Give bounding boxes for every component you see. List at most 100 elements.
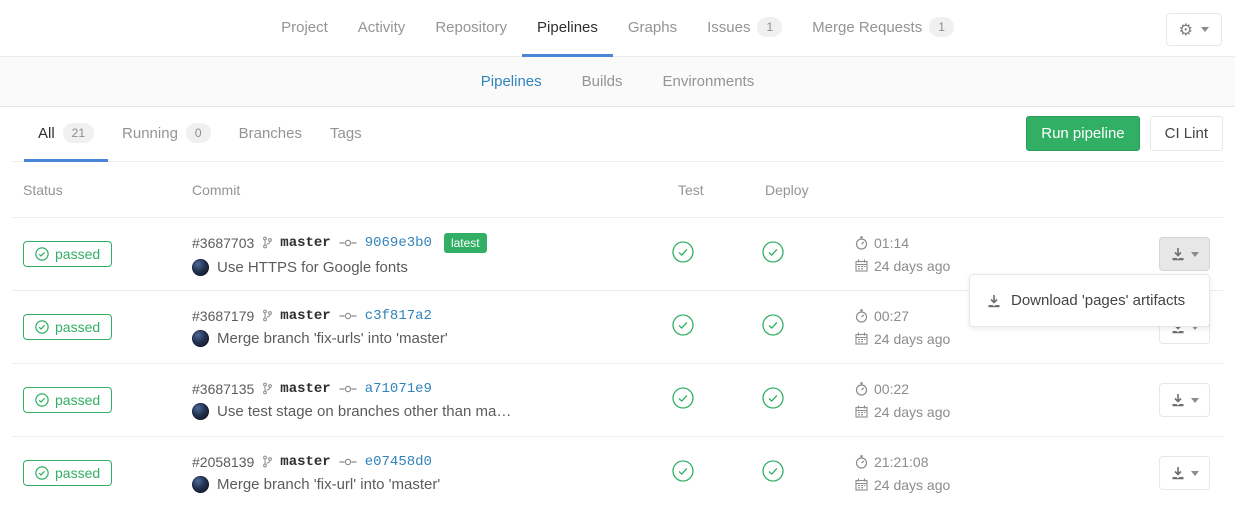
pipeline-status-badge[interactable]: passed — [23, 314, 112, 340]
tab-tags[interactable]: Tags — [316, 107, 376, 162]
commit-author-avatar[interactable] — [192, 330, 209, 347]
commit-icon — [339, 238, 357, 248]
deploy-stage-passed-icon[interactable] — [762, 387, 784, 409]
deploy-stage-passed-icon[interactable] — [762, 460, 784, 482]
test-stage-passed-icon[interactable] — [672, 241, 694, 263]
nav-item-label: Merge Requests — [812, 19, 922, 36]
artifacts-dropdown-menu: Download 'pages' artifacts — [969, 274, 1210, 327]
menu-item-label: Download 'pages' artifacts — [1011, 292, 1185, 309]
branch-icon — [262, 309, 272, 322]
stopwatch-icon — [855, 455, 868, 469]
pipeline-id-link[interactable]: #3687179 — [192, 308, 254, 324]
commit-sha-link[interactable]: 9069e3b0 — [365, 235, 432, 251]
check-circle-icon — [35, 320, 49, 334]
tab-all[interactable]: All 21 — [24, 107, 108, 162]
nav-item-activity[interactable]: Activity — [343, 0, 421, 57]
column-header-test: Test — [660, 182, 750, 198]
commit-sha-link[interactable]: e07458d0 — [365, 454, 432, 470]
project-settings-dropdown-button[interactable]: ⚙ — [1166, 13, 1222, 46]
pipeline-id-link[interactable]: #3687135 — [192, 381, 254, 397]
calendar-icon — [855, 478, 868, 491]
issues-count-badge: 1 — [757, 17, 782, 37]
run-pipeline-button[interactable]: Run pipeline — [1026, 116, 1139, 151]
branch-icon — [262, 455, 272, 468]
pipelines-table-header: Status Commit Test Deploy — [12, 162, 1223, 218]
test-stage-passed-icon[interactable] — [672, 314, 694, 336]
download-artifacts-dropdown-button[interactable] — [1159, 456, 1210, 490]
nav-item-pipelines[interactable]: Pipelines — [522, 0, 613, 57]
download-icon — [1171, 247, 1185, 261]
tab-label: Tags — [330, 125, 362, 142]
stopwatch-icon — [855, 236, 868, 250]
tab-all-count-badge: 21 — [63, 123, 94, 143]
branch-link[interactable]: master — [280, 308, 330, 324]
chevron-down-icon — [1191, 471, 1199, 476]
nav-item-label: Activity — [358, 19, 406, 36]
chevron-down-icon — [1201, 27, 1209, 32]
commit-sha-link[interactable]: c3f817a2 — [365, 308, 432, 324]
pipeline-id-link[interactable]: #2058139 — [192, 454, 254, 470]
tab-label: All — [38, 125, 55, 142]
branch-link[interactable]: master — [280, 454, 330, 470]
subnav-item-environments[interactable]: Environments — [663, 73, 755, 90]
download-icon — [1171, 393, 1185, 407]
commit-message-link[interactable]: Use test stage on branches other than ma… — [217, 403, 511, 420]
branch-link[interactable]: master — [280, 381, 330, 397]
branch-link[interactable]: master — [280, 235, 330, 251]
nav-item-project[interactable]: Project — [266, 0, 343, 57]
pipeline-status-label: passed — [55, 392, 100, 408]
tab-label: Branches — [239, 125, 302, 142]
commit-icon — [339, 384, 357, 394]
pipeline-row: passed #2058139 master e07458d0 Merge br… — [12, 437, 1223, 509]
pipeline-duration: 00:22 — [874, 381, 909, 397]
tab-running[interactable]: Running 0 — [108, 107, 225, 162]
commit-author-avatar[interactable] — [192, 259, 209, 276]
pipeline-finished-ago: 24 days ago — [874, 477, 950, 493]
commit-author-avatar[interactable] — [192, 403, 209, 420]
pipeline-status-label: passed — [55, 246, 100, 262]
ci-section-nav: Pipelines Builds Environments — [0, 57, 1235, 107]
nav-item-repository[interactable]: Repository — [420, 0, 522, 57]
commit-message-link[interactable]: Merge branch 'fix-url' into 'master' — [217, 476, 440, 493]
deploy-stage-passed-icon[interactable] — [762, 314, 784, 336]
stopwatch-icon — [855, 309, 868, 323]
nav-item-graphs[interactable]: Graphs — [613, 0, 692, 57]
commit-message-link[interactable]: Merge branch 'fix-urls' into 'master' — [217, 330, 448, 347]
check-circle-icon — [35, 393, 49, 407]
branch-icon — [262, 382, 272, 395]
ci-lint-button[interactable]: CI Lint — [1150, 116, 1223, 151]
stopwatch-icon — [855, 382, 868, 396]
test-stage-passed-icon[interactable] — [672, 387, 694, 409]
tab-branches[interactable]: Branches — [225, 107, 316, 162]
project-nav: Project Activity Repository Pipelines Gr… — [0, 0, 1235, 57]
pipeline-id-link[interactable]: #3687703 — [192, 235, 254, 251]
commit-author-avatar[interactable] — [192, 476, 209, 493]
commit-message-link[interactable]: Use HTTPS for Google fonts — [217, 259, 408, 276]
check-circle-icon — [35, 247, 49, 261]
test-stage-passed-icon[interactable] — [672, 460, 694, 482]
commit-sha-link[interactable]: a71071e9 — [365, 381, 432, 397]
commit-icon — [339, 457, 357, 467]
download-artifacts-dropdown-button[interactable] — [1159, 383, 1210, 417]
pipeline-status-badge[interactable]: passed — [23, 387, 112, 413]
chevron-down-icon — [1191, 252, 1199, 257]
pipeline-status-label: passed — [55, 465, 100, 481]
subnav-item-pipelines[interactable]: Pipelines — [481, 73, 542, 90]
nav-item-issues[interactable]: Issues 1 — [692, 0, 797, 57]
pipeline-duration: 21:21:08 — [874, 454, 929, 470]
merge-requests-count-badge: 1 — [929, 17, 954, 37]
column-header-status: Status — [12, 182, 192, 198]
download-artifacts-dropdown-button[interactable] — [1159, 237, 1210, 271]
deploy-stage-passed-icon[interactable] — [762, 241, 784, 263]
download-icon — [1171, 466, 1185, 480]
download-pages-artifacts-menu-item[interactable]: Download 'pages' artifacts — [970, 284, 1209, 317]
nav-item-label: Project — [281, 19, 328, 36]
download-icon — [987, 294, 1001, 308]
pipeline-status-badge[interactable]: passed — [23, 241, 112, 267]
pipeline-status-label: passed — [55, 319, 100, 335]
pipeline-status-badge[interactable]: passed — [23, 460, 112, 486]
calendar-icon — [855, 405, 868, 418]
subnav-item-builds[interactable]: Builds — [582, 73, 623, 90]
branch-icon — [262, 236, 272, 249]
nav-item-merge-requests[interactable]: Merge Requests 1 — [797, 0, 969, 57]
